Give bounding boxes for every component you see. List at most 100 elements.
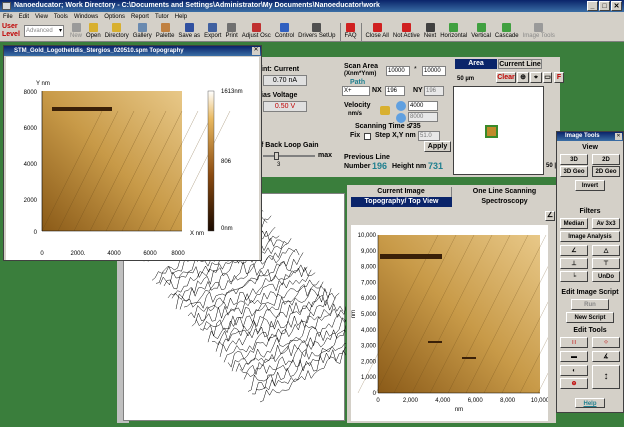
velocity-up-icon[interactable] [396,101,406,111]
toolbar-button-cascade[interactable]: Cascade [493,22,521,42]
menu-tools[interactable]: Tools [54,12,68,22]
scan-x-input[interactable]: 10000 [386,66,410,76]
level-icon[interactable]: ⊥ [560,258,588,269]
menu-tutor[interactable]: Tutor [155,12,169,22]
toolbar-button-not-active[interactable]: Not Active [391,22,422,42]
minimize-button[interactable]: _ [587,1,598,11]
user-level-select[interactable]: Advanced [24,25,64,37]
toolbar-button-adjust-osc[interactable]: Adjust Osc [240,22,273,42]
av3x3-button[interactable]: Av 3x3 [592,218,620,229]
zoom-in-icon[interactable]: ⊕ [517,72,529,83]
tab-current-image[interactable]: Current Image [351,187,452,197]
new-script-button[interactable]: New Script [566,312,614,323]
clear-button[interactable]: Clear [496,72,516,83]
apply-button[interactable]: Apply [424,141,451,152]
velocity-input[interactable]: 4000 [408,101,438,111]
velocity-down-icon[interactable] [396,113,406,123]
gain-slider-track[interactable] [263,155,315,157]
toolbar-button-close-all[interactable]: Close All [364,22,391,42]
area-scale-left: 50 µm [457,76,475,82]
toolbar-button-new[interactable]: New [68,22,84,42]
colorbar [207,90,215,232]
median-button[interactable]: Median [560,218,588,229]
toolbar-button-print[interactable]: Print [223,22,239,42]
menu-help[interactable]: Help [175,12,187,22]
points-icon[interactable]: ∷ [560,337,588,348]
toolbar-button-horizontal[interactable]: Horizontal [438,22,469,42]
zoom-icon[interactable]: ⊕ [560,378,588,389]
scatter-icon[interactable]: ⁘ [592,337,620,348]
topography-window[interactable]: STM_Gold_Logothetidis_Stergios_020510.sp… [3,45,262,261]
menu-view[interactable]: View [35,12,48,22]
3d-button[interactable]: 3D [560,154,588,165]
triangle-icon[interactable]: △ [592,245,620,256]
menu-options[interactable]: Options [104,12,125,22]
rect-select-icon[interactable]: ▭ [543,72,552,83]
toolbar-button-next[interactable]: Next [422,22,438,42]
image-tools-palette[interactable]: Image Tools ✕ View 3D 2D 3D Geo 2D Geo I… [556,131,624,413]
maximize-button[interactable]: □ [599,1,610,11]
fix-checkbox[interactable] [364,133,371,140]
run-button[interactable]: Run [571,299,609,310]
topography-plot[interactable]: 10,000 9,000 8,000 7,000 6,000 5,000 4,000 3,00… [351,225,619,421]
toolbar-button-gallery[interactable]: Gallery [131,22,154,42]
setpoint-value[interactable]: 0.70 nA [263,75,307,86]
topography-window-close-icon[interactable]: ✕ [252,47,260,55]
folder-icon [88,23,98,32]
undo-button[interactable]: UnDo [592,271,620,282]
scan-area-marker[interactable] [485,125,498,138]
half-circle-icon[interactable]: ◐ [560,365,588,376]
measure-angle-icon[interactable]: ∡ [592,351,620,362]
toolbar-button-directory[interactable]: Directory [103,22,131,42]
tab-one-line-scanning[interactable]: One Line Scanning [453,187,556,197]
close-button[interactable]: ✕ [611,1,622,11]
angle-icon[interactable]: ∠ [560,245,588,256]
topography-window-body: Y nm X nm 8000 6000 4000 2000 0 0 2000. 4000 6000 8… [6,57,259,260]
toolbar-button-export[interactable]: Export [202,22,223,42]
scan-time-label: Scanning Time s [355,123,411,130]
y-tick-label: 8,000 [361,265,377,271]
toolbar-button-image-tools[interactable]: Image Tools [521,22,557,42]
vertical-arrow-icon[interactable]: ↕ [592,365,620,389]
toolbar-button-vertical[interactable]: Vertical [469,22,493,42]
menu-report[interactable]: Report [131,12,149,22]
tab-topography[interactable]: Topography/ Top View [351,197,452,207]
toolbar-button-open[interactable]: Open [84,22,103,42]
tab-spectroscopy[interactable]: Spectroscopy [453,197,556,207]
menu-file[interactable]: File [3,12,13,22]
tab-area[interactable]: Area [455,59,497,69]
lock-icon[interactable] [380,106,390,115]
path-select[interactable]: X+ [342,86,370,96]
user-level-label: User Level [2,23,20,38]
edit-tool-icon[interactable]: ∠ [545,211,555,221]
help-button[interactable]: Help [575,398,605,408]
2d-button[interactable]: 2D [592,154,620,165]
menu-windows[interactable]: Windows [74,12,98,22]
pointer-icon[interactable]: ⌖ [530,72,542,83]
toolbar-button-palette[interactable]: Palette [154,22,177,42]
f-button[interactable]: F [554,72,564,83]
image-analysis-button[interactable]: Image Analysis [560,231,620,242]
tab-current-line[interactable]: Current Line [498,59,542,69]
area-preview[interactable] [453,86,544,175]
step-icon[interactable]: ╘ [560,271,588,282]
control-icon [279,23,289,32]
3d-geo-button[interactable]: 3D Geo [560,166,588,177]
invert-button[interactable]: Invert [575,180,605,191]
toolbar-button-save-as[interactable]: Save as [176,22,202,42]
gain-slider-thumb[interactable] [274,152,279,160]
ny-input[interactable]: 196 [424,86,444,96]
2d-geo-button[interactable]: 2D Geo [592,166,620,177]
nx-input[interactable]: 196 [385,86,405,96]
toolbar-button-drivers-setup[interactable]: Drivers SetUp [296,22,337,42]
toolbar-button-control[interactable]: Control [273,22,296,42]
ruler-icon[interactable]: ▬ [560,351,588,362]
toolbar-button-faq[interactable]: FAQ [343,22,359,42]
bias-value[interactable]: 0.50 V [263,101,307,112]
menu-edit[interactable]: Edit [19,12,29,22]
step-input[interactable]: 51.0 [418,131,440,141]
velocity-input-2[interactable]: 8000 [408,112,438,122]
image-tools-close-icon[interactable]: ✕ [615,133,622,140]
plane-icon[interactable]: ⊤ [592,258,620,269]
scan-y-input[interactable]: 10000 [422,66,446,76]
